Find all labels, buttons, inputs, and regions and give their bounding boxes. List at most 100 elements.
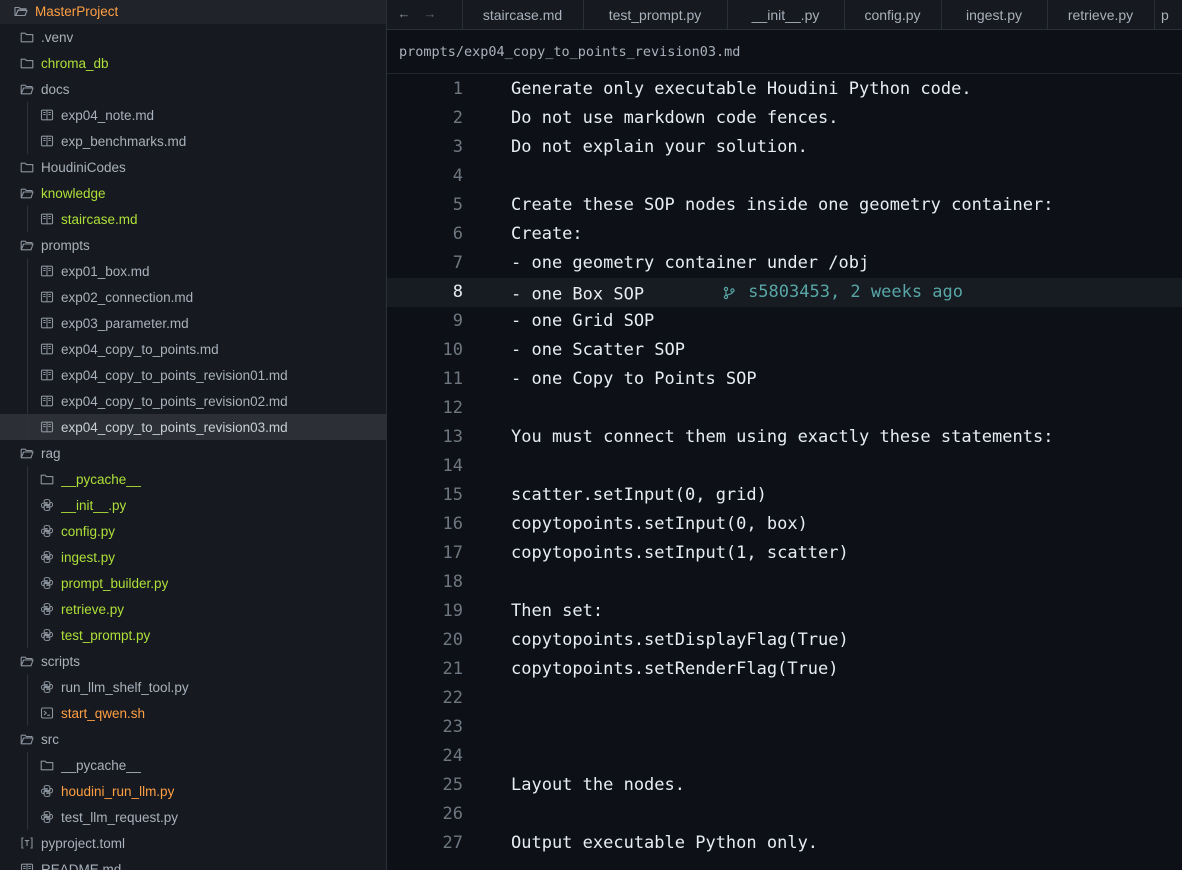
code-line-text: Output executable Python only.: [511, 833, 819, 853]
editor-tab[interactable]: staircase.md: [462, 0, 582, 29]
code-line[interactable]: 19 Then set:: [387, 597, 1182, 626]
explorer-item[interactable]: run_llm_shelf_tool.py: [0, 674, 386, 700]
explorer-item[interactable]: __pycache__: [0, 752, 386, 778]
editor-tab[interactable]: p: [1154, 0, 1182, 29]
explorer-item[interactable]: ingest.py: [0, 544, 386, 570]
code-line-text: - one geometry container under /obj: [511, 253, 870, 273]
explorer-item[interactable]: retrieve.py: [0, 596, 386, 622]
editor-tab[interactable]: __init__.py: [727, 0, 843, 29]
python-icon: [40, 628, 54, 642]
explorer-item[interactable]: houdini_run_llm.py: [0, 778, 386, 804]
explorer-item[interactable]: exp01_box.md: [0, 258, 386, 284]
code-line[interactable]: 5 Create these SOP nodes inside one geome…: [387, 191, 1182, 220]
explorer-item-label: exp_benchmarks.md: [61, 133, 187, 149]
code-line[interactable]: 10 - one Scatter SOP: [387, 336, 1182, 365]
code-text: Create these SOP nodes inside one geomet…: [511, 191, 1053, 220]
folder-open-icon: [20, 446, 34, 460]
code-line[interactable]: 11 - one Copy to Points SOP: [387, 365, 1182, 394]
explorer-item[interactable]: knowledge: [0, 180, 386, 206]
explorer-item[interactable]: __init__.py: [0, 492, 386, 518]
book-icon: [40, 108, 54, 122]
explorer-item[interactable]: pyproject.toml: [0, 830, 386, 856]
code-line[interactable]: 26: [387, 800, 1182, 829]
code-line[interactable]: 24: [387, 742, 1182, 771]
code-line[interactable]: 14: [387, 452, 1182, 481]
explorer-item-label: retrieve.py: [61, 601, 125, 617]
explorer-item[interactable]: start_qwen.sh: [0, 700, 386, 726]
explorer-item[interactable]: rag: [0, 440, 386, 466]
explorer-item[interactable]: exp04_copy_to_points_revision02.md: [0, 388, 386, 414]
explorer-item-label: exp03_parameter.md: [61, 315, 189, 331]
line-number: 5: [452, 195, 463, 215]
explorer-item-label: __pycache__: [61, 471, 142, 487]
explorer-item[interactable]: config.py: [0, 518, 386, 544]
code-line-text: - one Copy to Points SOP: [511, 369, 757, 389]
code-line[interactable]: 13 You must connect them using exactly th…: [387, 423, 1182, 452]
explorer-item[interactable]: exp04_copy_to_points_revision01.md: [0, 362, 386, 388]
explorer-item[interactable]: docs: [0, 76, 386, 102]
explorer-item[interactable]: exp_benchmarks.md: [0, 128, 386, 154]
explorer-item[interactable]: test_llm_request.py: [0, 804, 386, 830]
explorer-item[interactable]: scripts: [0, 648, 386, 674]
explorer-item-label: config.py: [61, 523, 116, 539]
line-number: 10: [442, 340, 463, 360]
code-line[interactable]: 4: [387, 162, 1182, 191]
explorer-item[interactable]: test_prompt.py: [0, 622, 386, 648]
explorer-item[interactable]: .venv: [0, 24, 386, 50]
editor-tab[interactable]: config.py: [844, 0, 940, 29]
code-line[interactable]: 12: [387, 394, 1182, 423]
folder-open-icon: [20, 82, 34, 96]
code-line[interactable]: 21 copytopoints.setRenderFlag(True): [387, 655, 1182, 684]
explorer-item[interactable]: exp02_connection.md: [0, 284, 386, 310]
explorer-item-label: __init__.py: [61, 497, 127, 513]
code-line[interactable]: 25 Layout the nodes.: [387, 771, 1182, 800]
code-line[interactable]: 16 copytopoints.setInput(0, box): [387, 510, 1182, 539]
code-line[interactable]: 8 - one Box SOP s5803453, 2 weeks ago: [387, 278, 1182, 307]
explorer-item[interactable]: exp04_copy_to_points_revision03.md: [0, 414, 386, 440]
explorer-item[interactable]: prompt_builder.py: [0, 570, 386, 596]
line-number: 3: [452, 137, 463, 157]
code-line[interactable]: 23: [387, 713, 1182, 742]
code-editor[interactable]: 1 Generate only executable Houdini Python…: [387, 75, 1182, 870]
forward-arrow-icon[interactable]: →: [422, 7, 438, 21]
explorer-item-label: houdini_run_llm.py: [61, 783, 175, 799]
code-line[interactable]: 1 Generate only executable Houdini Python…: [387, 75, 1182, 104]
explorer-item-label: staircase.md: [61, 211, 138, 227]
line-number: 1: [452, 79, 463, 99]
explorer-item[interactable]: exp04_note.md: [0, 102, 386, 128]
line-number: 16: [442, 514, 463, 534]
line-number: 27: [442, 833, 463, 853]
explorer-item[interactable]: README.md: [0, 856, 386, 870]
code-line-text: Generate only executable Houdini Python …: [511, 79, 972, 99]
editor-tab[interactable]: ingest.py: [941, 0, 1046, 29]
code-line[interactable]: 22: [387, 684, 1182, 713]
explorer-item[interactable]: exp03_parameter.md: [0, 310, 386, 336]
explorer-item[interactable]: src: [0, 726, 386, 752]
code-line[interactable]: 6 Create:: [387, 220, 1182, 249]
code-line[interactable]: 7 - one geometry container under /obj: [387, 249, 1182, 278]
back-arrow-icon[interactable]: ←: [396, 7, 412, 21]
code-line[interactable]: 15 scatter.setInput(0, grid): [387, 481, 1182, 510]
indent-guide: [27, 622, 28, 648]
explorer-item[interactable]: chroma_db: [0, 50, 386, 76]
breadcrumb[interactable]: prompts/exp04_copy_to_points_revision03.…: [387, 30, 1182, 74]
explorer-item[interactable]: exp04_copy_to_points.md: [0, 336, 386, 362]
code-line[interactable]: 18: [387, 568, 1182, 597]
code-line[interactable]: 20 copytopoints.setDisplayFlag(True): [387, 626, 1182, 655]
code-line-text: - one Scatter SOP: [511, 340, 685, 360]
code-line[interactable]: 17 copytopoints.setInput(1, scatter): [387, 539, 1182, 568]
editor-tab[interactable]: retrieve.py: [1047, 0, 1153, 29]
explorer-item[interactable]: staircase.md: [0, 206, 386, 232]
editor-tab[interactable]: test_prompt.py: [583, 0, 726, 29]
indent-guide: [27, 102, 28, 128]
code-line[interactable]: 27 Output executable Python only.: [387, 829, 1182, 858]
code-line[interactable]: 9 - one Grid SOP: [387, 307, 1182, 336]
explorer-root-project[interactable]: MasterProject: [0, 0, 386, 24]
line-number: 11: [442, 369, 463, 389]
explorer-item[interactable]: __pycache__: [0, 466, 386, 492]
explorer-item[interactable]: prompts: [0, 232, 386, 258]
explorer-item[interactable]: HoudiniCodes: [0, 154, 386, 180]
code-line[interactable]: 2 Do not use markdown code fences.: [387, 104, 1182, 133]
explorer-item-label: run_llm_shelf_tool.py: [61, 679, 189, 695]
code-line[interactable]: 3 Do not explain your solution.: [387, 133, 1182, 162]
